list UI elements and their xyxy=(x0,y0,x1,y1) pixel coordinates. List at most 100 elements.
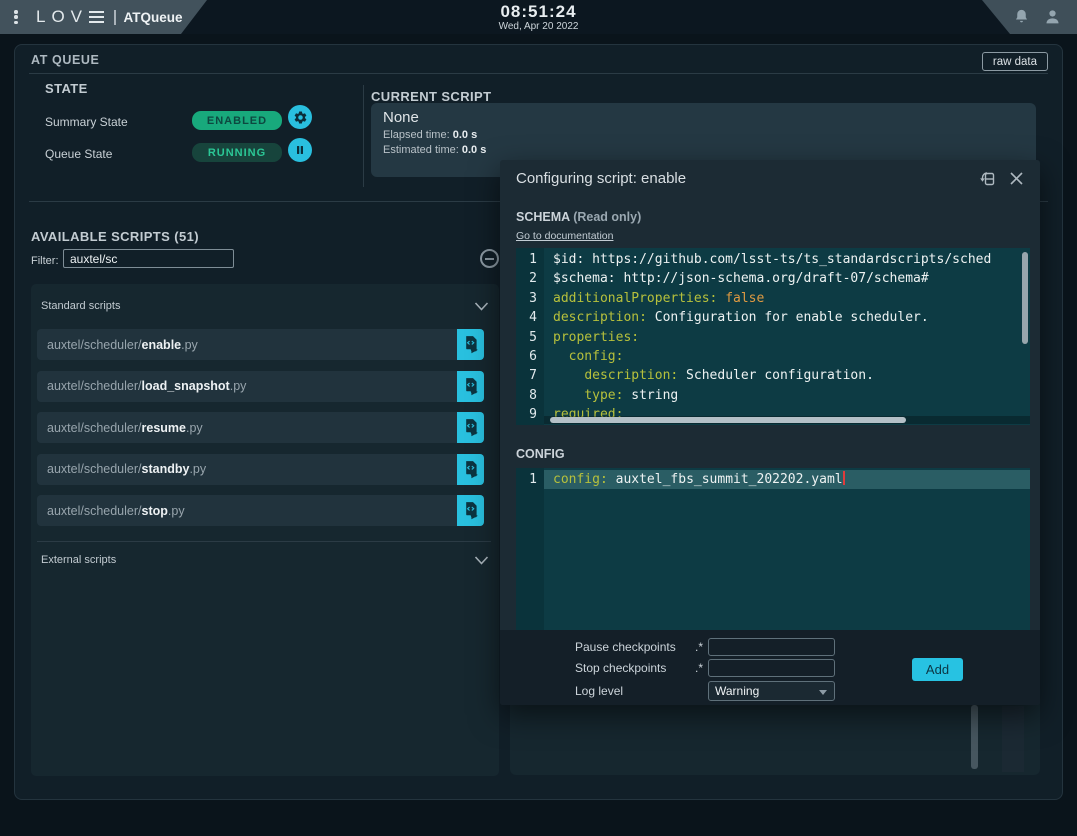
code-line: 8 type: string xyxy=(516,386,1030,405)
panel-title: AT QUEUE xyxy=(31,53,99,67)
minus-icon xyxy=(485,258,494,260)
current-script-title: CURRENT SCRIPT xyxy=(371,89,491,104)
launch-script-button[interactable] xyxy=(457,412,484,443)
notifications-bell-icon[interactable] xyxy=(1013,8,1030,26)
clock-time: 08:51:24 xyxy=(0,3,1077,20)
pause-queue-button[interactable] xyxy=(288,138,312,162)
external-scripts-label: External scripts xyxy=(41,554,116,566)
raw-data-button[interactable]: raw data xyxy=(982,52,1048,71)
pause-checkpoints-label: Pause checkpoints xyxy=(575,640,687,654)
line-number: 3 xyxy=(516,289,544,308)
script-row[interactable]: auxtel/scheduler/standby.py xyxy=(37,454,484,485)
summary-state-label: Summary State xyxy=(45,115,128,129)
script-path: auxtel/scheduler/resume.py xyxy=(37,421,203,435)
elapsed-label: Elapsed time: xyxy=(383,129,450,141)
launch-script-button[interactable] xyxy=(457,495,484,526)
launch-script-button[interactable] xyxy=(457,329,484,360)
summary-state-settings-button[interactable] xyxy=(288,105,312,129)
script-row[interactable]: auxtel/scheduler/resume.py xyxy=(37,412,484,443)
config-heading: CONFIG xyxy=(516,447,565,461)
chevron-down-icon xyxy=(474,302,489,311)
schema-vertical-scrollbar[interactable] xyxy=(1022,252,1028,344)
standard-scripts-list: auxtel/scheduler/enable.py auxtel/schedul… xyxy=(37,329,484,537)
queue-state-badge: RUNNING xyxy=(192,143,282,162)
estimated-value: 0.0 s xyxy=(462,144,486,156)
script-launch-icon xyxy=(463,418,479,437)
add-button[interactable]: Add xyxy=(912,658,963,681)
scripts-group-divider xyxy=(37,541,491,542)
state-divider xyxy=(363,85,364,187)
script-path: auxtel/scheduler/enable.py xyxy=(37,338,198,352)
documentation-link[interactable]: Go to documentation xyxy=(516,230,613,242)
schema-hscroll-track xyxy=(544,416,1030,424)
top-bar: LOV ATQueue 08:51:24 Wed, Apr 20 2022 xyxy=(0,0,1077,34)
code-line: 1config: auxtel_fbs_summit_202202.yaml xyxy=(516,470,1030,489)
line-number: 5 xyxy=(516,328,544,347)
available-scripts-title: AVAILABLE SCRIPTS (51) xyxy=(31,229,199,244)
configure-script-modal: Configuring script: enable SCHEMA (Read … xyxy=(500,160,1040,705)
summary-state-badge: ENABLED xyxy=(192,111,282,130)
clock-date: Wed, Apr 20 2022 xyxy=(0,21,1077,32)
page: LOV ATQueue 08:51:24 Wed, Apr 20 2022 AT… xyxy=(0,0,1077,836)
script-row[interactable]: auxtel/scheduler/stop.py xyxy=(37,495,484,526)
script-row[interactable]: auxtel/scheduler/enable.py xyxy=(37,329,484,360)
elapsed-value: 0.0 s xyxy=(453,129,477,141)
schema-code-lines: 1$id: https://github.com/lsst-ts/ts_stan… xyxy=(516,250,1030,425)
stop-checkpoints-label: Stop checkpoints xyxy=(575,661,687,675)
log-level-value: Warning xyxy=(715,684,759,698)
standard-scripts-group[interactable]: Standard scripts xyxy=(41,296,489,316)
line-number: 6 xyxy=(516,347,544,366)
line-number: 1 xyxy=(516,470,544,489)
standard-scripts-label: Standard scripts xyxy=(41,300,120,312)
code-line: 6 config: xyxy=(516,347,1030,366)
filter-input[interactable] xyxy=(63,249,234,268)
line-number: 4 xyxy=(516,308,544,327)
state-section-title: STATE xyxy=(45,81,88,96)
schema-editor[interactable]: 1$id: https://github.com/lsst-ts/ts_stan… xyxy=(516,248,1030,425)
pause-icon xyxy=(294,144,306,156)
config-editor[interactable]: 1config: auxtel_fbs_summit_202202.yaml xyxy=(516,468,1030,630)
log-level-select[interactable]: Warning xyxy=(708,681,835,701)
current-script-name: None xyxy=(383,109,1024,126)
collapse-scripts-button[interactable] xyxy=(480,249,499,268)
launch-script-button[interactable] xyxy=(457,454,484,485)
schema-heading: SCHEMA xyxy=(516,210,570,224)
detach-window-icon[interactable] xyxy=(978,169,997,188)
script-launch-icon xyxy=(463,377,479,396)
pause-checkpoints-hint: .* xyxy=(687,640,703,654)
script-row[interactable]: auxtel/scheduler/load_snapshot.py xyxy=(37,371,484,402)
code-line: 2$schema: http://json-schema.org/draft-0… xyxy=(516,269,1030,288)
modal-footer: Pause checkpoints .* Stop checkpoints .*… xyxy=(500,630,1040,705)
user-icon[interactable] xyxy=(1044,8,1061,26)
queue-scrollbar[interactable] xyxy=(971,705,978,769)
script-launch-icon xyxy=(463,460,479,479)
script-path: auxtel/scheduler/load_snapshot.py xyxy=(37,379,246,393)
panel-title-divider xyxy=(29,73,1048,74)
line-number: 1 xyxy=(516,250,544,269)
external-scripts-group[interactable]: External scripts xyxy=(41,550,489,570)
select-caret-icon xyxy=(819,690,827,695)
queue-state-label: Queue State xyxy=(45,147,112,161)
stop-checkpoints-hint: .* xyxy=(687,661,703,675)
filter-label: Filter: xyxy=(31,255,59,267)
chevron-down-icon xyxy=(474,556,489,565)
schema-horizontal-scrollbar[interactable] xyxy=(550,417,906,423)
queue-panel-column xyxy=(1002,706,1024,772)
code-line: 4description: Configuration for enable s… xyxy=(516,308,1030,327)
code-line: 1$id: https://github.com/lsst-ts/ts_stan… xyxy=(516,250,1030,269)
text-cursor xyxy=(843,471,845,485)
launch-script-button[interactable] xyxy=(457,371,484,402)
code-line: 7 description: Scheduler configuration. xyxy=(516,366,1030,385)
code-line: 5properties: xyxy=(516,328,1030,347)
modal-title: Configuring script: enable xyxy=(516,170,686,187)
estimated-label: Estimated time: xyxy=(383,144,459,156)
script-path: auxtel/scheduler/standby.py xyxy=(37,462,206,476)
code-line: 3additionalProperties: false xyxy=(516,289,1030,308)
script-launch-icon xyxy=(463,335,479,354)
line-number: 2 xyxy=(516,269,544,288)
close-icon[interactable] xyxy=(1007,169,1026,188)
line-number: 8 xyxy=(516,386,544,405)
log-level-label: Log level xyxy=(575,684,687,698)
stop-checkpoints-input[interactable] xyxy=(708,659,835,677)
pause-checkpoints-input[interactable] xyxy=(708,638,835,656)
